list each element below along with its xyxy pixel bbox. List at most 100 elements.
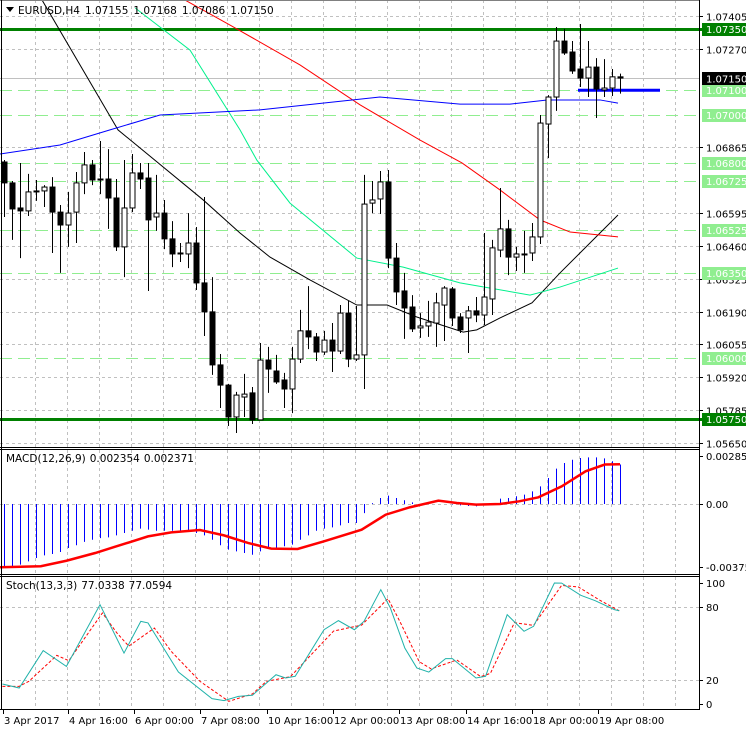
level-price-label: 1.06725	[706, 177, 746, 188]
macd-indicator-label: MACD(12,26,9) 0.002354 0.002371	[6, 453, 194, 465]
candle-body-bear	[401, 290, 408, 309]
candle	[265, 346, 272, 393]
candle	[393, 243, 400, 306]
candle-body-bull	[433, 302, 440, 324]
candle-body-bear	[393, 257, 400, 293]
level-price-label: 1.06800	[706, 159, 746, 170]
candle	[505, 219, 512, 276]
candle	[177, 243, 184, 262]
candle-body-bear	[345, 312, 352, 360]
candle-body-bull	[73, 182, 80, 213]
stoch-tick-label: 20	[706, 676, 719, 687]
level-price-label: 1.07350	[706, 25, 746, 36]
candle	[425, 300, 432, 337]
candle	[473, 297, 480, 323]
candle	[201, 197, 208, 336]
ma-blue-line	[0, 96, 619, 155]
candle-body-bear	[209, 311, 216, 366]
candle-body-bull	[289, 358, 296, 390]
macd-main-value: 0.002354	[90, 453, 140, 465]
candle	[553, 26, 560, 111]
time-tick-label: 10 Apr 16:00	[268, 716, 333, 727]
ma-green-line	[134, 7, 619, 296]
candle-body-bear	[265, 359, 272, 370]
candle	[169, 221, 176, 268]
candle	[281, 372, 288, 408]
candle	[193, 226, 200, 290]
candle-body-bull	[257, 359, 264, 421]
candle	[545, 95, 552, 159]
dropdown-triangle-icon[interactable]	[6, 7, 14, 12]
stoch-indicator-label: Stoch(13,3,3) 77.0338 77.0594	[6, 580, 172, 592]
header-high: 1.07168	[133, 5, 176, 17]
candle-body-bear	[569, 51, 576, 72]
candle	[345, 300, 352, 368]
stoch-main-line	[2, 582, 620, 702]
candle	[457, 313, 464, 334]
ma-red-line	[184, 0, 619, 238]
candle-body-bear	[249, 392, 256, 421]
candle	[257, 343, 264, 421]
candle-body-bear	[409, 306, 416, 330]
price-tick-label: 1.05920	[706, 374, 746, 385]
candle	[97, 141, 104, 195]
price-tick-label: 1.07405	[706, 13, 746, 24]
candle-body-bear	[105, 178, 112, 199]
candle-body-bull	[425, 321, 432, 327]
candle	[329, 323, 336, 372]
trading-chart[interactable]: 1.07405 1.07270 1.06865 1.06595 1.06460 1.063…	[0, 0, 746, 731]
stoch-signal-value: 77.0594	[129, 580, 173, 592]
candle	[249, 387, 256, 425]
macd-title: MACD(12,26,9)	[6, 453, 86, 465]
candle	[441, 286, 448, 342]
candle-body-bull	[369, 199, 376, 204]
candle	[385, 170, 392, 269]
candle-body-bull	[417, 325, 424, 329]
candle	[609, 69, 616, 97]
macd-tick-label: 0.002859	[706, 452, 746, 463]
stoch-tick-label: 80	[706, 603, 719, 614]
candle	[9, 180, 16, 240]
price-tick-label: 1.06865	[706, 144, 746, 155]
candle-body-bear	[169, 238, 176, 255]
candle-body-bear	[17, 207, 24, 212]
candle-body-bear	[1, 161, 8, 184]
time-tick-label: 6 Apr 00:00	[135, 716, 194, 727]
macd-tick-label: -0.003754	[706, 563, 746, 574]
candle-body-bear	[473, 310, 480, 316]
candle	[33, 179, 40, 201]
stoch-tick-label: 100	[706, 579, 725, 590]
time-tick-label: 12 Apr 00:00	[334, 716, 399, 727]
candle-body-bull	[601, 87, 608, 91]
candle	[297, 309, 304, 363]
candle-body-bear	[577, 68, 584, 79]
candle-body-bear	[89, 164, 96, 181]
candle	[433, 292, 440, 347]
level-price-label: 1.05750	[706, 415, 746, 426]
candle	[105, 149, 112, 229]
candle	[593, 58, 600, 118]
candle-body-bear	[449, 288, 456, 319]
candle-body-bear	[617, 76, 624, 79]
candle-body-bull	[481, 296, 488, 316]
time-tick-label: 14 Apr 16:00	[467, 716, 532, 727]
header-symbol: EURUSD,H4	[18, 5, 80, 17]
stoch-main-value: 77.0338	[81, 580, 124, 592]
candle-body-bear	[9, 182, 16, 210]
candle-body-bear	[49, 186, 56, 213]
chart-header: EURUSD,H4 1.07155 1.07168 1.07086 1.07150	[6, 5, 274, 17]
time-tick-label: 13 Apr 08:00	[400, 716, 465, 727]
candle	[217, 353, 224, 408]
candle-body-bull	[553, 40, 560, 98]
price-tick-label: 1.06595	[706, 210, 746, 221]
candle	[465, 306, 472, 353]
candle-body-bear	[329, 339, 336, 352]
candle	[57, 205, 64, 273]
candle	[185, 213, 192, 269]
price-tick-label: 1.06190	[706, 309, 746, 320]
time-tick-label: 3 Apr 2017	[4, 716, 59, 727]
candle	[529, 223, 536, 262]
candle-body-bull	[465, 310, 472, 319]
candle-body-bear	[313, 336, 320, 353]
candle-body-bull	[545, 96, 552, 125]
